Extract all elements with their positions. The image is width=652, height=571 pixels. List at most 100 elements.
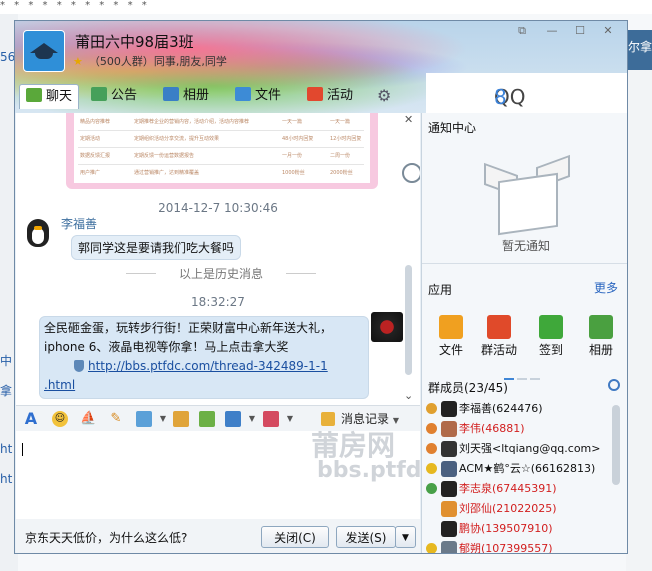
message-link[interactable]: http://bbs.ptfdc.com/thread-342489-1-1 bbox=[88, 359, 328, 373]
send-options-chevron-icon[interactable]: ▼ bbox=[395, 526, 416, 548]
tab-label: 相册 bbox=[183, 88, 210, 103]
sender-avatar[interactable] bbox=[371, 312, 403, 342]
apps-more-link[interactable]: 更多 bbox=[594, 279, 618, 296]
member-list-scrollbar[interactable] bbox=[612, 405, 620, 485]
thumbnail-row-label: 精品内容推荐 bbox=[80, 119, 111, 125]
message-bubble-ad: 全民砸金蛋，玩转步行街！正荣财富中心新年送大礼， iphone 6、液晶电视等你… bbox=[39, 316, 369, 399]
screenshot-dropdown-icon[interactable]: ▼ bbox=[244, 411, 260, 427]
notification-title: 通知中心 bbox=[428, 121, 477, 135]
tab-label: 公告 bbox=[111, 88, 138, 103]
tab-album[interactable]: 相册 bbox=[163, 84, 209, 108]
app-group-activity[interactable]: 群活动 bbox=[476, 315, 522, 358]
member-name: 李福善(624476) bbox=[459, 402, 543, 415]
background-right-snippet: 尔拿 bbox=[626, 30, 652, 70]
group-tabs: 聊天 公告 相册 文件 活动 ⚙ bbox=[15, 81, 425, 111]
member-name: 李志泉(67445391) bbox=[459, 482, 557, 495]
send-button[interactable]: 发送(S) bbox=[336, 526, 396, 548]
close-chat-button[interactable]: 关闭(C) bbox=[261, 526, 329, 548]
group-subline: ★ （500人群）同事,朋友,同学 bbox=[73, 53, 227, 69]
group-subline-text: （500人群）同事,朋友,同学 bbox=[88, 55, 227, 68]
app-label: 文件 bbox=[438, 343, 463, 357]
maximize-button[interactable]: ☐ bbox=[571, 24, 589, 38]
thumbnail-row-value: 1000粉丝 bbox=[282, 170, 305, 176]
background-right-strip bbox=[626, 70, 652, 571]
message-link-continued[interactable]: .html bbox=[44, 378, 75, 392]
tab-chat[interactable]: 聊天 bbox=[19, 84, 80, 109]
member-item[interactable]: 李福善(624476) bbox=[422, 399, 618, 419]
shared-image-thumbnail[interactable]: 精品内容推荐 定期推荐企业的营销内容，活动介绍，活动内容推荐 一天一篇 一天一篇… bbox=[66, 113, 420, 189]
emoji-icon[interactable]: ☺ bbox=[52, 411, 68, 427]
member-item[interactable]: 郁朔(107399557) bbox=[422, 539, 618, 553]
thumbnail-divider bbox=[78, 130, 364, 131]
member-item[interactable]: 李志泉(67445391) bbox=[422, 479, 618, 499]
screenshot-icon[interactable] bbox=[225, 411, 241, 427]
avatar bbox=[441, 521, 457, 537]
message-bubble: 郭同学这是要请我们吃大餐吗 bbox=[71, 235, 242, 260]
image-dropdown-icon[interactable]: ▼ bbox=[155, 411, 171, 427]
checkin-icon bbox=[539, 315, 563, 339]
qq-browser-banner[interactable]: QQ浏览器 8 bbox=[426, 73, 627, 195]
no-notification-text: 暂无通知 bbox=[502, 239, 551, 253]
empty-box-icon bbox=[484, 154, 570, 236]
sender-avatar-penguin-icon[interactable] bbox=[24, 219, 52, 249]
close-button[interactable]: ✕ bbox=[599, 24, 617, 38]
thumbnail-divider bbox=[78, 147, 364, 148]
member-list: 李福善(624476) 李伟(46881) 刘天强<ltqiang@qq.com… bbox=[422, 399, 618, 553]
member-name: 鹏协(139507910) bbox=[459, 522, 553, 535]
background-left-snippet: ht bbox=[0, 442, 13, 456]
chat-bubble-icon bbox=[26, 88, 42, 102]
avatar bbox=[441, 541, 457, 553]
member-item[interactable]: 刘天强<ltqiang@qq.com> bbox=[422, 439, 618, 459]
avatar bbox=[441, 441, 457, 457]
thumbnail-row-label: 用户推广 bbox=[80, 170, 101, 176]
member-item[interactable]: 刘邵仙(21022025) bbox=[422, 499, 618, 519]
message-timestamp: 2014-12-7 10:30:46 bbox=[158, 201, 278, 215]
chat-scrollbar[interactable] bbox=[405, 265, 412, 375]
window-skin-icon[interactable]: ⧉ bbox=[513, 24, 531, 38]
role-icon bbox=[426, 423, 437, 434]
role-icon bbox=[426, 543, 437, 553]
image-icon[interactable] bbox=[136, 411, 152, 427]
group-title: 莆田六中98届3班 bbox=[75, 33, 194, 51]
gesture-icon[interactable]: ⛵ bbox=[80, 411, 96, 427]
font-icon[interactable]: A bbox=[23, 411, 39, 427]
more-dropdown-icon[interactable]: ▼ bbox=[282, 411, 298, 427]
background-top-strip: * * * * * * * * * * * bbox=[0, 0, 652, 14]
tab-activity[interactable]: 活动 bbox=[307, 84, 353, 108]
security-shield-icon bbox=[74, 360, 84, 372]
album-app-icon bbox=[589, 315, 613, 339]
message-line: iphone 6、液晶电视等你拿！马上点击拿大奖 bbox=[44, 340, 289, 354]
tab-files[interactable]: 文件 bbox=[235, 84, 281, 108]
tab-announcement[interactable]: 公告 bbox=[91, 84, 137, 108]
music-icon[interactable] bbox=[199, 411, 215, 427]
chat-history-close-icon[interactable]: ✕ bbox=[404, 113, 413, 126]
avatar bbox=[441, 461, 457, 477]
group-avatar[interactable] bbox=[23, 30, 65, 72]
chat-history[interactable]: 精品内容推荐 定期推荐企业的营销内容，活动介绍，活动内容推荐 一天一篇 一天一篇… bbox=[16, 113, 420, 405]
member-item[interactable]: ACM★鹤°云☆(66162813) bbox=[422, 459, 618, 479]
member-item[interactable]: 鹏协(139507910) bbox=[422, 519, 618, 539]
app-label: 签到 bbox=[538, 343, 563, 357]
search-icon[interactable] bbox=[608, 379, 620, 391]
app-album[interactable]: 相册 bbox=[578, 315, 624, 358]
doodle-icon[interactable]: ✎ bbox=[108, 411, 124, 427]
box-body bbox=[498, 172, 558, 236]
note-icon[interactable] bbox=[173, 411, 189, 427]
zoom-magnifier-icon[interactable] bbox=[402, 163, 420, 183]
thumbnail-row-value: 一天一篇 bbox=[282, 119, 303, 125]
background-left-snippet: 中 bbox=[0, 354, 13, 368]
minimize-button[interactable]: — bbox=[543, 24, 561, 38]
member-list-section: 群成员(23/45) 李福善(624476) 李伟(46881) 刘天强<ltq… bbox=[422, 373, 627, 553]
sender-name[interactable]: 李福善 bbox=[61, 215, 97, 232]
role-icon bbox=[426, 403, 437, 414]
apps-section: 应用 更多 文件 群活动 签到 相册 bbox=[422, 273, 627, 380]
background-left-snippet: ht bbox=[0, 472, 13, 486]
thumbnail-row-value: 2000粉丝 bbox=[330, 170, 353, 176]
app-files[interactable]: 文件 bbox=[428, 315, 474, 358]
collapse-chevron-icon[interactable]: ⌄ bbox=[404, 389, 413, 402]
ad-link[interactable]: 京东天天低价，为什么这么低? bbox=[25, 529, 187, 546]
app-checkin[interactable]: 签到 bbox=[528, 315, 574, 358]
member-item[interactable]: 李伟(46881) bbox=[422, 419, 618, 439]
settings-gear-icon[interactable]: ⚙ bbox=[377, 84, 391, 108]
red-packet-icon[interactable] bbox=[263, 411, 279, 427]
